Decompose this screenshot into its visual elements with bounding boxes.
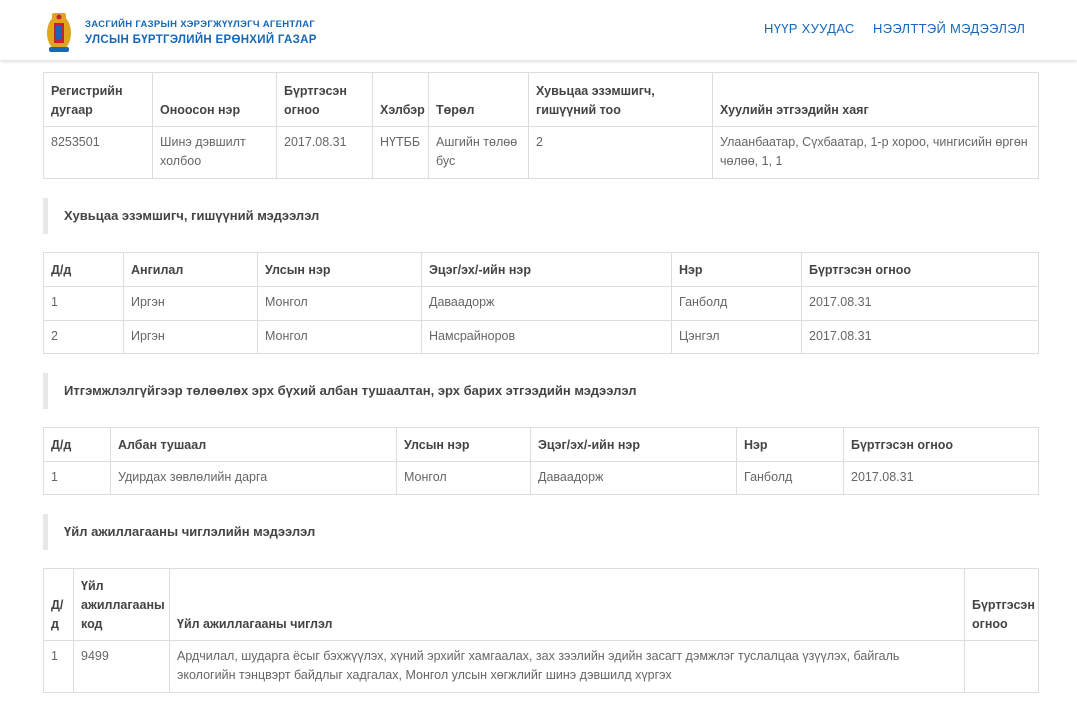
member-count: 2 bbox=[528, 126, 713, 179]
cell-country: Монгол bbox=[396, 461, 531, 495]
officials-table: Д/д Албан тушаал Улсын нэр Эцэг/эх/-ийн … bbox=[43, 427, 1039, 495]
col-name: Оноосон нэр bbox=[152, 72, 277, 127]
entity-header-row: Регистрийн дугаар Оноосон нэр Бүртгэсэн … bbox=[43, 72, 1039, 127]
cell-category: Иргэн bbox=[123, 320, 258, 354]
cell-registered-date: 2017.08.31 bbox=[801, 320, 1039, 354]
col-registered-date: Бүртгэсэн огноо bbox=[801, 252, 1039, 287]
table-row: 1 9499 Ардчилал, шударга ёсыг бэхжүүлэх,… bbox=[43, 640, 1039, 693]
col-index: Д/д bbox=[43, 568, 74, 641]
cell-index: 1 bbox=[43, 640, 74, 693]
activity-section-title: Үйл ажиллагааны чиглэлийн мэдээлэл bbox=[43, 514, 1033, 550]
cell-activity-code: 9499 bbox=[73, 640, 170, 693]
entity-form: НҮТББ bbox=[372, 126, 429, 179]
agency-line-2: УЛСЫН БҮРТГЭЛИЙН ЕРӨНХИЙ ГАЗАР bbox=[85, 34, 317, 46]
col-country: Улсын нэр bbox=[257, 252, 422, 287]
table-row: 1 Удирдах зөвлөлийн дарга Монгол Даваадо… bbox=[43, 461, 1039, 495]
cell-position: Удирдах зөвлөлийн дарга bbox=[110, 461, 397, 495]
col-given-name: Нэр bbox=[671, 252, 802, 287]
cell-index: 1 bbox=[43, 461, 111, 495]
shareholders-header-row: Д/д Ангилал Улсын нэр Эцэг/эх/-ийн нэр Н… bbox=[43, 252, 1039, 287]
cell-category: Иргэн bbox=[123, 286, 258, 321]
col-registered-date: Бүртгэсэн огноо bbox=[843, 427, 1039, 462]
col-parent-name: Эцэг/эх/-ийн нэр bbox=[530, 427, 737, 462]
col-index: Д/д bbox=[43, 427, 111, 462]
cell-parent-name: Намсрайноров bbox=[421, 320, 672, 354]
agency-brand[interactable]: ЗАСГИЙН ГАЗРЫН ХЭРЭГЖҮҮЛЭГЧ АГЕНТЛАГ УЛС… bbox=[85, 19, 317, 46]
nav-open-data-link[interactable]: НЭЭЛТТЭЙ МЭДЭЭЛЭЛ bbox=[873, 21, 1025, 36]
col-country: Улсын нэр bbox=[396, 427, 531, 462]
officials-section-title: Итгэмжлэлгүйгээр төлөөлөх эрх бүхий алба… bbox=[43, 373, 1033, 409]
cell-country: Монгол bbox=[257, 286, 422, 321]
cell-given-name: Ганболд bbox=[736, 461, 844, 495]
entity-table: Регистрийн дугаар Оноосон нэр Бүртгэсэн … bbox=[43, 72, 1039, 179]
col-activity-code: Үйл ажиллагааны код bbox=[73, 568, 170, 641]
cell-index: 2 bbox=[43, 320, 124, 354]
cell-given-name: Ганболд bbox=[671, 286, 802, 321]
activity-table: Д/д Үйл ажиллагааны код Үйл ажиллагааны … bbox=[43, 568, 1039, 693]
col-registered-date: Бүртгэсэн огноо bbox=[964, 568, 1039, 641]
col-member-count: Хувьцаа эзэмшигч, гишүүний тоо bbox=[528, 72, 713, 127]
site-header: ЗАСГИЙН ГАЗРЫН ХЭРЭГЖҮҮЛЭГЧ АГЕНТЛАГ УЛС… bbox=[0, 0, 1077, 60]
entity-address: Улаанбаатар, Сүхбаатар, 1-р хороо, чинги… bbox=[712, 126, 1039, 179]
agency-line-1: ЗАСГИЙН ГАЗРЫН ХЭРЭГЖҮҮЛЭГЧ АГЕНТЛАГ bbox=[85, 19, 316, 30]
entity-type: Ашгийн төлөө бус bbox=[428, 126, 529, 179]
cell-index: 1 bbox=[43, 286, 124, 321]
registry-number: 8253501 bbox=[43, 126, 153, 179]
cell-parent-name: Даваадорж bbox=[421, 286, 672, 321]
col-given-name: Нэр bbox=[736, 427, 844, 462]
entity-name: Шинэ дэвшилт холбоо bbox=[152, 126, 277, 179]
table-row: 1 Иргэн Монгол Даваадорж Ганболд 2017.08… bbox=[43, 286, 1039, 321]
cell-parent-name: Даваадорж bbox=[530, 461, 737, 495]
col-position: Албан тушаал bbox=[110, 427, 397, 462]
nav-home-link[interactable]: НҮҮР ХУУДАС bbox=[764, 21, 855, 36]
col-form: Хэлбэр bbox=[372, 72, 429, 127]
shareholders-section-title: Хувьцаа эзэмшигч, гишүүний мэдээлэл bbox=[43, 198, 1033, 234]
col-type: Төрөл bbox=[428, 72, 529, 127]
shareholders-table: Д/д Ангилал Улсын нэр Эцэг/эх/-ийн нэр Н… bbox=[43, 252, 1039, 354]
col-registry-number: Регистрийн дугаар bbox=[43, 72, 153, 127]
table-row: 8253501 Шинэ дэвшилт холбоо 2017.08.31 Н… bbox=[43, 126, 1039, 179]
cell-activity-description: Ардчилал, шударга ёсыг бэхжүүлэх, хүний … bbox=[169, 640, 965, 693]
col-registered-date: Бүртгэсэн огноо bbox=[276, 72, 373, 127]
col-address: Хуулийн этгээдийн хаяг bbox=[712, 72, 1039, 127]
table-row: 2 Иргэн Монгол Намсрайноров Цэнгэл 2017.… bbox=[43, 320, 1039, 354]
cell-country: Монгол bbox=[257, 320, 422, 354]
cell-registered-date: 2017.08.31 bbox=[843, 461, 1039, 495]
officials-header-row: Д/д Албан тушаал Улсын нэр Эцэг/эх/-ийн … bbox=[43, 427, 1039, 462]
cell-registered-date bbox=[964, 640, 1039, 693]
col-index: Д/д bbox=[43, 252, 124, 287]
col-category: Ангилал bbox=[123, 252, 258, 287]
state-emblem-logo[interactable] bbox=[45, 9, 73, 55]
activity-header-row: Д/д Үйл ажиллагааны код Үйл ажиллагааны … bbox=[43, 568, 1039, 641]
col-parent-name: Эцэг/эх/-ийн нэр bbox=[421, 252, 672, 287]
registered-date: 2017.08.31 bbox=[276, 126, 373, 179]
cell-given-name: Цэнгэл bbox=[671, 320, 802, 354]
col-activity-description: Үйл ажиллагааны чиглэл bbox=[169, 568, 965, 641]
cell-registered-date: 2017.08.31 bbox=[801, 286, 1039, 321]
